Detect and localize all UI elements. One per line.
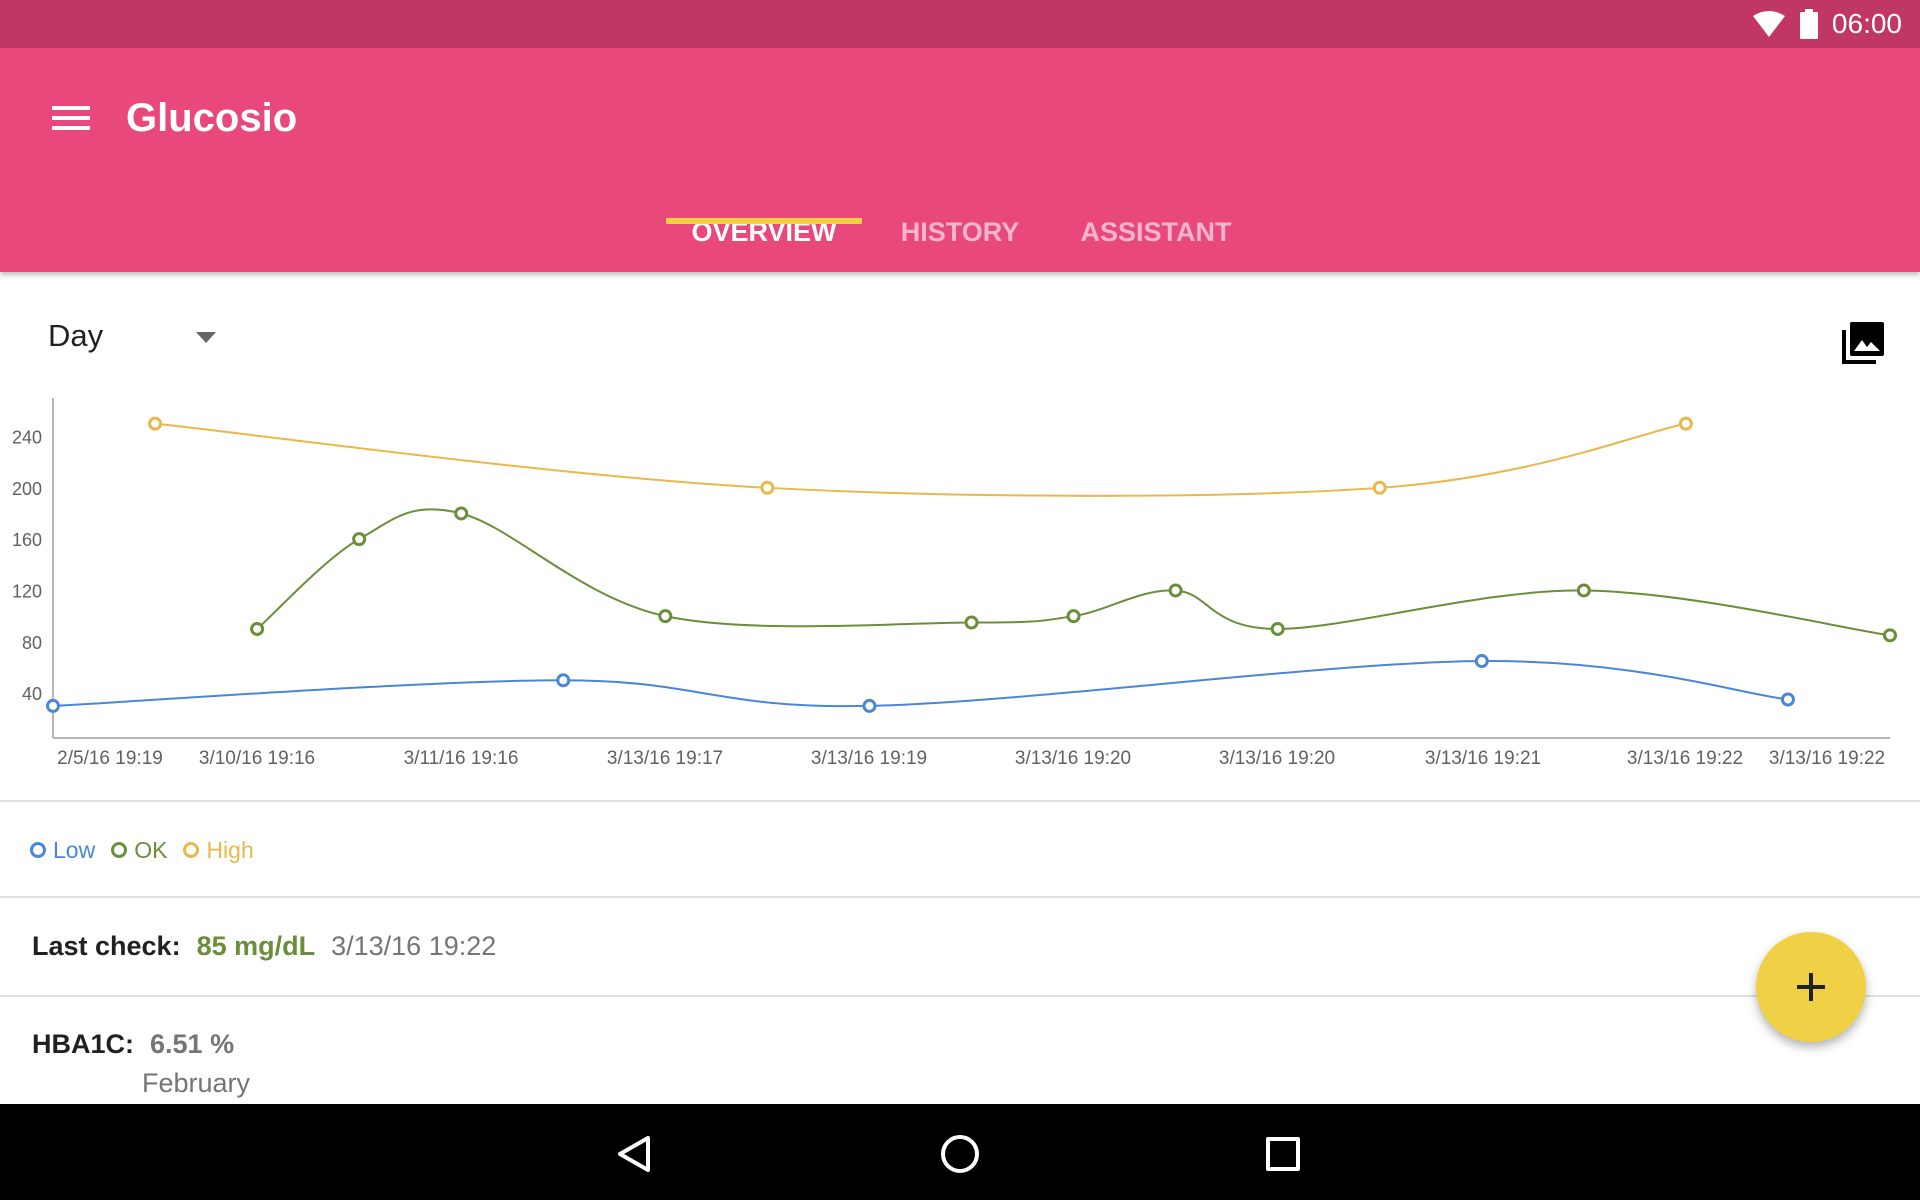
data-point-low: [556, 673, 571, 688]
legend-dot-ok: [111, 842, 128, 858]
legend-item-low: Low: [30, 837, 95, 864]
y-tick-label: 40: [22, 684, 42, 704]
range-selected-value: Day: [48, 318, 104, 353]
x-tick-label: 3/10/16 19:16: [199, 748, 315, 769]
app-title: Glucosio: [126, 96, 298, 140]
data-point-high: [760, 480, 775, 495]
legend-dot-high: [183, 842, 200, 858]
data-point-ok: [658, 609, 673, 624]
photo-library-icon: [1842, 322, 1884, 364]
hba1c-value: 6.51 %: [150, 1029, 235, 1059]
home-button[interactable]: [928, 1122, 992, 1186]
app-bar: Glucosio OVERVIEW HISTORY ASSISTANT: [0, 48, 1920, 272]
glucose-line-chart: 40 80 120 160 200 240 2/5/16 19:19 3/10/16 19:1…: [12, 398, 1897, 769]
hba1c-label: HBA1C:: [32, 1029, 135, 1059]
data-point-low: [1474, 654, 1489, 669]
data-point-ok: [1168, 583, 1183, 598]
y-tick-label: 200: [12, 479, 42, 499]
legend-item-ok: OK: [111, 837, 167, 864]
y-tick-label: 120: [12, 581, 42, 601]
wifi-icon: [1752, 11, 1785, 37]
tab-bar: OVERVIEW HISTORY ASSISTANT: [0, 206, 1920, 272]
x-tick-label: 2/5/16 19:19: [57, 748, 163, 769]
legend-label-low: Low: [53, 836, 96, 863]
series-line-high: [154, 422, 1687, 497]
data-point-ok: [1883, 628, 1897, 643]
dropdown-arrow-icon: [196, 332, 216, 343]
menu-button[interactable]: [42, 92, 100, 142]
legend-label-high: High: [206, 836, 254, 863]
divider: [0, 896, 1920, 898]
add-reading-button[interactable]: [1756, 932, 1866, 1042]
last-check-time: 3/13/16 19:22: [331, 931, 497, 961]
home-icon: [941, 1135, 979, 1173]
battery-icon: [1799, 9, 1818, 39]
x-tick-label: 3/13/16 19:22: [1769, 748, 1885, 769]
data-point-ok: [964, 615, 979, 630]
data-point-ok: [1270, 621, 1285, 636]
tab-history[interactable]: HISTORY: [880, 206, 1040, 272]
hba1c-row: HBA1C: 6.51 %: [32, 1026, 234, 1062]
divider: [0, 995, 1920, 997]
recents-button[interactable]: [1251, 1122, 1315, 1186]
legend-item-high: High: [183, 836, 254, 864]
series-line-low: [52, 660, 1789, 708]
status-time: 06:00: [1831, 8, 1902, 39]
x-tick-label: 3/11/16 19:16: [404, 748, 519, 769]
hba1c-month: February: [142, 1068, 251, 1098]
status-bar: 06:00: [0, 0, 1920, 48]
chart-legend: Low OK High: [30, 835, 270, 865]
back-icon: [618, 1136, 650, 1172]
data-point-low: [46, 698, 60, 713]
navigation-bar: [0, 1104, 1920, 1200]
y-tick-label: 160: [12, 530, 42, 550]
back-button[interactable]: [604, 1122, 668, 1186]
x-tick-label: 3/13/16 19:19: [811, 748, 927, 769]
y-tick-label: 80: [22, 633, 42, 653]
x-tick-label: 3/13/16 19:17: [607, 748, 723, 769]
data-point-ok: [352, 532, 367, 547]
legend-label-ok: OK: [134, 836, 168, 863]
x-tick-label: 3/13/16 19:22: [1627, 748, 1743, 769]
last-check-value: 85 mg/dL: [196, 931, 316, 961]
legend-dot-low: [30, 842, 46, 858]
x-tick-label: 3/13/16 19:21: [1425, 748, 1541, 769]
status-icons: 06:00: [1752, 0, 1902, 48]
data-point-ok: [1576, 583, 1591, 598]
add-icon: [1797, 973, 1825, 1001]
y-tick-label: 240: [12, 427, 42, 447]
data-point-low: [1780, 692, 1795, 707]
data-point-ok: [1066, 609, 1081, 624]
last-check-label: Last check:: [32, 931, 181, 961]
last-check-row: Last check: 85 mg/dL 3/13/16 19:22: [32, 928, 496, 964]
data-point-low: [862, 698, 877, 713]
tab-overview[interactable]: OVERVIEW: [666, 206, 862, 272]
data-point-high: [1372, 480, 1387, 495]
export-chart-button[interactable]: [1840, 320, 1886, 366]
data-point-high: [1678, 416, 1693, 431]
recents-icon: [1266, 1137, 1300, 1171]
menu-icon: [52, 106, 90, 130]
x-tick-label: 3/13/16 19:20: [1219, 748, 1335, 769]
x-tick-label: 3/13/16 19:20: [1015, 748, 1131, 769]
data-point-ok: [454, 506, 469, 521]
tab-indicator: [666, 218, 862, 224]
range-dropdown[interactable]: Day: [48, 310, 228, 364]
tab-assistant[interactable]: ASSISTANT: [1066, 206, 1246, 272]
data-point-ok: [250, 621, 265, 636]
divider: [0, 800, 1920, 802]
data-point-high: [148, 416, 163, 431]
